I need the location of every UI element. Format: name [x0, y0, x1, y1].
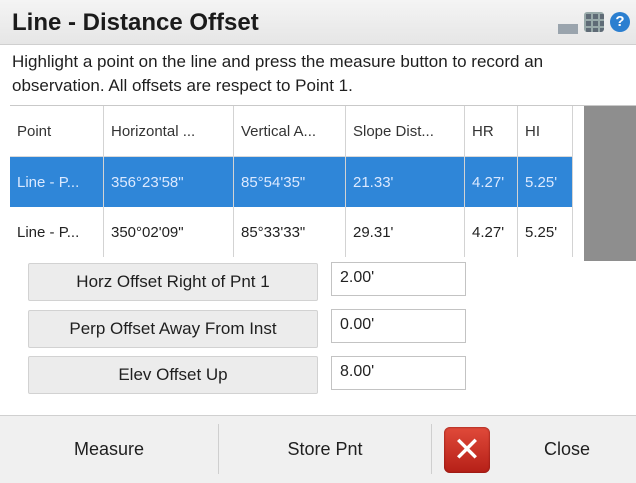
store-pnt-button[interactable]: Store Pnt — [219, 416, 431, 483]
grid-scrollbar[interactable] — [584, 106, 636, 261]
title-bar: Line - Distance Offset ? — [0, 0, 636, 45]
cell-slope: 29.31' — [345, 207, 465, 257]
cell-horizontal: 356°23'58" — [103, 156, 234, 207]
observations-table: Point Horizontal ... Vertical A... Slope… — [10, 106, 573, 257]
cell-hi: 5.25' — [517, 156, 573, 207]
table-header-row: Point Horizontal ... Vertical A... Slope… — [10, 106, 573, 157]
title-icons: ? — [558, 12, 630, 34]
perp-offset-button[interactable]: Perp Offset Away From Inst — [28, 310, 318, 348]
cell-point: Line - P... — [10, 207, 104, 257]
column-header-hr[interactable]: HR — [464, 106, 518, 157]
page-title: Line - Distance Offset — [12, 9, 259, 36]
grid-icon[interactable] — [584, 12, 604, 32]
instructions-text: Highlight a point on the line and press … — [12, 52, 544, 95]
bottom-toolbar: Measure Store Pnt ✕ Close — [0, 415, 636, 483]
close-icon: ✕ — [444, 426, 490, 473]
signal-icon[interactable] — [558, 12, 578, 34]
cell-point: Line - P... — [10, 156, 104, 207]
elev-offset-button[interactable]: Elev Offset Up — [28, 356, 318, 394]
cell-hr: 4.27' — [464, 156, 518, 207]
close-label: Close — [544, 439, 591, 459]
horz-offset-input[interactable]: 2.00' — [331, 262, 466, 296]
perp-offset-input[interactable]: 0.00' — [331, 309, 466, 343]
close-button[interactable]: ✕ Close — [432, 416, 636, 483]
table-row[interactable]: Line - P... 356°23'58" 85°54'35" 21.33' … — [10, 156, 573, 207]
column-header-horizontal[interactable]: Horizontal ... — [103, 106, 234, 157]
cell-hi: 5.25' — [517, 207, 573, 257]
column-header-hi[interactable]: HI — [517, 106, 573, 157]
table-row[interactable]: Line - P... 350°02'09" 85°33'33" 29.31' … — [10, 207, 573, 257]
column-header-slope[interactable]: Slope Dist... — [345, 106, 465, 157]
observations-grid: Point Horizontal ... Vertical A... Slope… — [10, 105, 636, 261]
elev-offset-input[interactable]: 8.00' — [331, 356, 466, 390]
cell-slope: 21.33' — [345, 156, 465, 207]
cell-vertical: 85°33'33" — [233, 207, 346, 257]
help-icon[interactable]: ? — [610, 12, 630, 32]
horz-offset-button[interactable]: Horz Offset Right of Pnt 1 — [28, 263, 318, 301]
measure-button[interactable]: Measure — [0, 416, 218, 483]
store-pnt-label: Store Pnt — [287, 439, 363, 459]
measure-label: Measure — [73, 439, 145, 459]
column-header-vertical[interactable]: Vertical A... — [233, 106, 346, 157]
cell-vertical: 85°54'35" — [233, 156, 346, 207]
column-header-point[interactable]: Point — [10, 106, 104, 157]
cell-hr: 4.27' — [464, 207, 518, 257]
cell-horizontal: 350°02'09" — [103, 207, 234, 257]
